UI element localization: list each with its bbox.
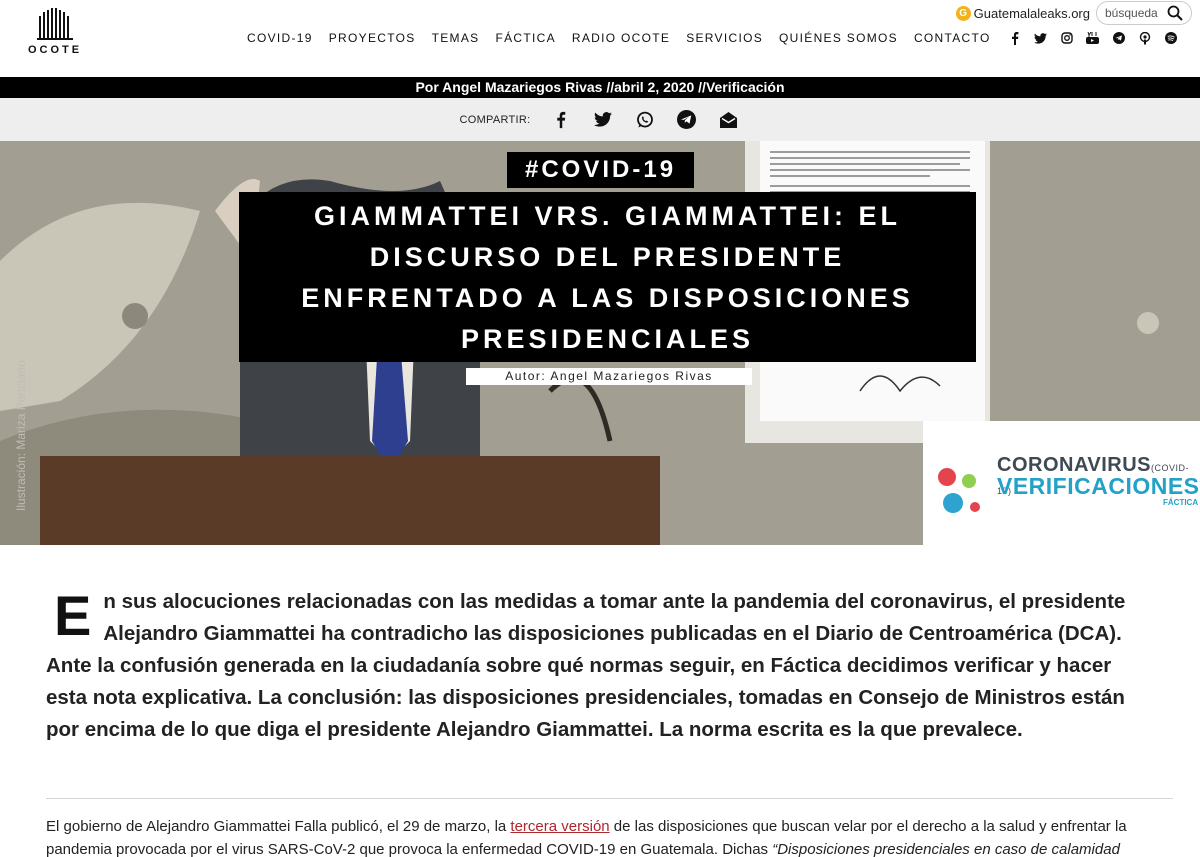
- logo-text: OCOTE: [27, 44, 83, 56]
- lead-text: n sus alocuciones relacionadas con las m…: [46, 590, 1126, 741]
- search-input[interactable]: búsqueda: [1096, 1, 1192, 25]
- nav-item-covid[interactable]: COVID-19: [247, 31, 313, 45]
- verificaciones-badge: CORONAVIRUS(COVID-19) VERIFICACIONES FÁC…: [923, 421, 1200, 545]
- nav-item-servicios[interactable]: SERVICIOS: [686, 31, 763, 45]
- search-icon[interactable]: [1167, 5, 1183, 21]
- nav-item-contacto[interactable]: CONTACTO: [914, 31, 991, 45]
- share-label: COMPARTIR:: [459, 113, 531, 126]
- email-icon[interactable]: [717, 108, 741, 132]
- guatemalaleaks-icon: G: [955, 5, 971, 21]
- twitter-icon[interactable]: [591, 108, 615, 132]
- twitter-icon[interactable]: [1033, 30, 1049, 46]
- pine-logo-icon: [37, 8, 73, 40]
- whatsapp-icon[interactable]: [633, 108, 657, 132]
- top-utility-bar: G Guatemalaleaks.org búsqueda: [955, 0, 1192, 26]
- title-line: ENFRENTADO A LAS DISPOSICIONES: [301, 283, 914, 313]
- site-header: OCOTE G Guatemalaleaks.org búsqueda COVI…: [0, 0, 1200, 77]
- guatemalaleaks-link[interactable]: G Guatemalaleaks.org: [955, 5, 1090, 21]
- virus-icon: [938, 468, 980, 513]
- badge-verificaciones: VERIFICACIONES: [997, 473, 1200, 499]
- title-line: DISCURSO DEL PRESIDENTE: [369, 242, 846, 272]
- telegram-icon[interactable]: [675, 108, 699, 132]
- main-nav: COVID-19 PROYECTOS TEMAS FÁCTICA RADIO O…: [247, 30, 1179, 46]
- nav-item-temas[interactable]: TEMAS: [432, 31, 480, 45]
- body-text: El gobierno de Alejandro Giammattei Fall…: [46, 818, 511, 835]
- nav-item-proyectos[interactable]: PROYECTOS: [329, 31, 416, 45]
- podcast-icon[interactable]: [1137, 30, 1153, 46]
- spotify-icon[interactable]: [1163, 30, 1179, 46]
- header-social-links: [1007, 30, 1179, 46]
- hero-banner: Ilustración: Mariza Ponciano #COVID-19 G…: [0, 141, 1200, 545]
- illustration-credit: Ilustración: Mariza Ponciano: [14, 360, 28, 511]
- nav-item-factica[interactable]: FÁCTICA: [495, 31, 555, 45]
- telegram-icon[interactable]: [1111, 30, 1127, 46]
- title-line: GIAMMATTEI VRS. GIAMMATTEI: EL: [314, 201, 901, 231]
- share-bar: COMPARTIR:: [0, 98, 1200, 141]
- article-body: El gobierno de Alejandro Giammattei Fall…: [46, 815, 1176, 857]
- article-byline: Por Angel Mazariegos Rivas //abril 2, 20…: [0, 77, 1200, 98]
- article-author: Autor: Angel Mazariegos Rivas: [466, 368, 752, 385]
- nav-item-radio-ocote[interactable]: RADIO OCOTE: [572, 31, 670, 45]
- ocote-logo[interactable]: OCOTE: [24, 8, 86, 64]
- divider: [46, 798, 1173, 799]
- title-line: PRESIDENCIALES: [460, 324, 755, 354]
- facebook-icon[interactable]: [549, 108, 573, 132]
- lead-dropcap: E: [54, 584, 92, 647]
- search-placeholder: búsqueda: [1105, 6, 1158, 20]
- body-italic: “Disposiciones presidenciales en caso de…: [772, 841, 1120, 857]
- youtube-icon[interactable]: [1085, 30, 1101, 46]
- badge-factica: FÁCTICA: [1163, 498, 1199, 507]
- instagram-icon[interactable]: [1059, 30, 1075, 46]
- nav-item-quienes-somos[interactable]: QUIÉNES SOMOS: [779, 31, 898, 45]
- article-title: GIAMMATTEI VRS. GIAMMATTEI: EL DISCURSO …: [239, 192, 976, 362]
- guatemalaleaks-label: Guatemalaleaks.org: [973, 5, 1090, 21]
- facebook-icon[interactable]: [1007, 30, 1023, 46]
- article-lead: En sus alocuciones relacionadas con las …: [46, 586, 1156, 746]
- tercera-version-link[interactable]: tercera versión: [510, 818, 609, 835]
- topic-tag[interactable]: #COVID-19: [507, 152, 695, 188]
